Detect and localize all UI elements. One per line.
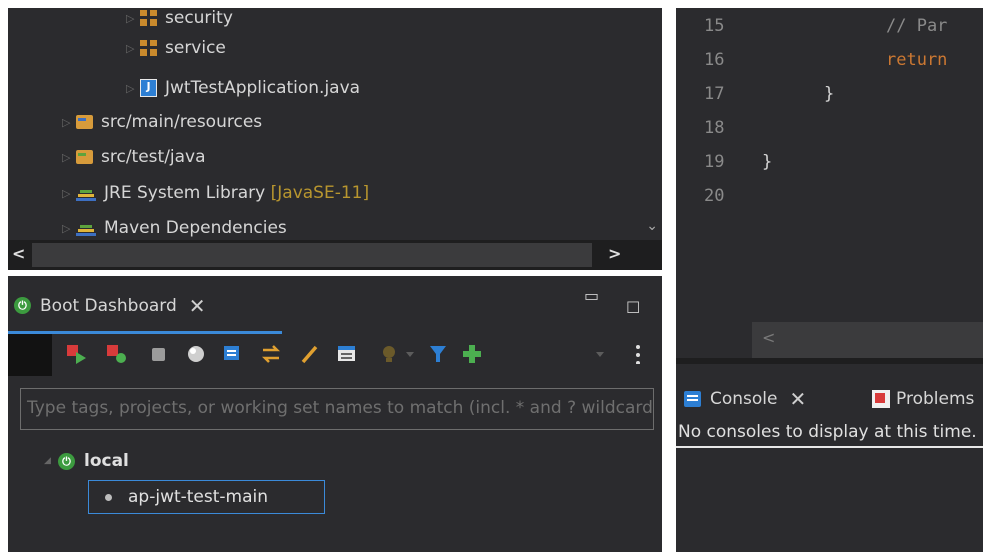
scroll-right-icon[interactable]: > (608, 244, 621, 263)
line-number: 16 (704, 50, 725, 70)
close-icon[interactable]: ✕ (790, 387, 807, 411)
tree-item-label: src/main/resources (101, 112, 263, 132)
spring-boot-icon: ⏻ (14, 297, 31, 314)
scroll-down-icon[interactable]: ⌄ (646, 218, 658, 234)
expand-icon[interactable]: ▷ (62, 116, 76, 129)
chevron-down-icon[interactable] (594, 344, 606, 364)
package-explorer: ▷ security ▷ service ▷ J JwtTestApplicat… (8, 8, 662, 240)
line-number: 18 (704, 118, 725, 138)
expand-icon[interactable]: ▷ (126, 12, 140, 25)
tree-item-label: security (165, 8, 233, 28)
problems-icon (872, 390, 890, 408)
tree-item-app[interactable]: ap-jwt-test-main (88, 480, 325, 514)
debug-icon[interactable] (106, 344, 128, 364)
tab-label: Problems (896, 389, 975, 409)
edit-icon[interactable] (300, 344, 320, 364)
expand-icon[interactable]: ▷ (62, 222, 76, 235)
library-icon (76, 185, 96, 201)
code-line: } (762, 152, 773, 172)
code-line: return (886, 50, 948, 70)
line-number: 19 (704, 152, 725, 172)
tree-item-jwt-test-application[interactable]: ▷ J JwtTestApplication.java (126, 72, 360, 104)
toolbar-spacer (8, 334, 52, 376)
app-name: ap-jwt-test-main (128, 487, 269, 507)
tree-item-label: JwtTestApplication.java (165, 78, 361, 98)
tab-label: Console (710, 389, 778, 409)
tree-item-jre-system-library[interactable]: ▷ JRE System Library [JavaSE-11] (62, 177, 369, 209)
console-view: Console ✕ Problems No consoles to displa… (676, 358, 983, 552)
tree-item-security[interactable]: ▷ security (126, 8, 233, 34)
stop-icon[interactable] (150, 344, 168, 364)
lightbulb-icon[interactable] (380, 344, 398, 364)
boot-dashboard-tabbar: ⏻ Boot Dashboard ✕ ▭ ☐ (8, 276, 662, 334)
tree-item-local[interactable]: ◢ ⏻ local (44, 446, 129, 476)
boot-dashboard-view: ⏻ Boot Dashboard ✕ ▭ ☐ Type tags, projec… (8, 276, 662, 552)
tree-item-service[interactable]: ▷ service (126, 32, 226, 64)
source-folder-icon (76, 115, 93, 129)
expand-icon[interactable]: ▷ (126, 42, 140, 55)
start-icon[interactable] (66, 344, 88, 364)
add-icon[interactable] (462, 344, 482, 364)
code-editor[interactable]: 15 // Par 16 return 17 } 18 19 } 20 (676, 8, 983, 358)
collapse-icon[interactable]: ◢ (44, 456, 58, 466)
tree-item-maven-dependencies[interactable]: ▷ Maven Dependencies (62, 212, 287, 240)
open-console-icon[interactable] (222, 344, 242, 364)
tree-item-label: Maven Dependencies (104, 218, 287, 238)
code-line: } (824, 84, 835, 104)
spring-boot-icon: ⏻ (58, 452, 75, 470)
console-empty-message: No consoles to display at this time. (676, 416, 983, 448)
line-number: 17 (704, 84, 725, 104)
expand-icon[interactable]: ▷ (62, 187, 76, 200)
code-line: // Par (886, 16, 948, 36)
properties-icon[interactable] (336, 344, 358, 364)
expand-icon[interactable]: ▷ (62, 151, 76, 164)
console-icon (684, 391, 701, 407)
minimize-icon[interactable]: ▭ (584, 286, 599, 305)
library-icon (76, 220, 96, 236)
status-dot-icon (105, 493, 112, 501)
expand-icon[interactable]: ▷ (126, 82, 140, 95)
filter-icon[interactable] (428, 344, 448, 364)
close-icon[interactable]: ✕ (189, 294, 206, 318)
maximize-icon[interactable]: ☐ (626, 298, 640, 317)
package-icon (140, 40, 157, 56)
local-target-label: local (84, 451, 129, 471)
expose-icon[interactable] (260, 344, 282, 364)
source-folder-icon (76, 150, 93, 164)
line-number: 15 (704, 16, 725, 36)
open-browser-icon[interactable] (186, 344, 206, 364)
java-file-icon: J (140, 79, 157, 97)
tree-item-label: service (165, 38, 226, 58)
jre-version-hint: [JavaSE-11] (270, 183, 370, 203)
package-icon (140, 10, 157, 26)
tab-boot-dashboard[interactable]: ⏻ Boot Dashboard ✕ (8, 280, 282, 334)
tree-item-src-test-java[interactable]: ▷ src/test/java (62, 141, 206, 173)
scroll-left-icon[interactable]: < (762, 328, 775, 347)
tree-item-label: src/test/java (101, 147, 206, 167)
explorer-horizontal-scrollbar[interactable]: < > (8, 240, 662, 270)
scrollbar-track[interactable] (32, 243, 592, 267)
tree-item-src-main-resources[interactable]: ▷ src/main/resources (62, 106, 262, 138)
tree-item-label: JRE System Library (104, 183, 266, 203)
line-number: 20 (704, 186, 725, 206)
boot-dashboard-filter-input[interactable]: Type tags, projects, or working set name… (20, 388, 654, 430)
boot-dashboard-toolbar (8, 334, 662, 376)
editor-horizontal-scrollbar[interactable]: < (752, 322, 983, 358)
tab-label: Boot Dashboard (40, 295, 177, 316)
more-options-icon[interactable] (634, 344, 642, 364)
chevron-down-icon[interactable] (404, 344, 416, 364)
scroll-left-icon[interactable]: < (12, 244, 25, 263)
